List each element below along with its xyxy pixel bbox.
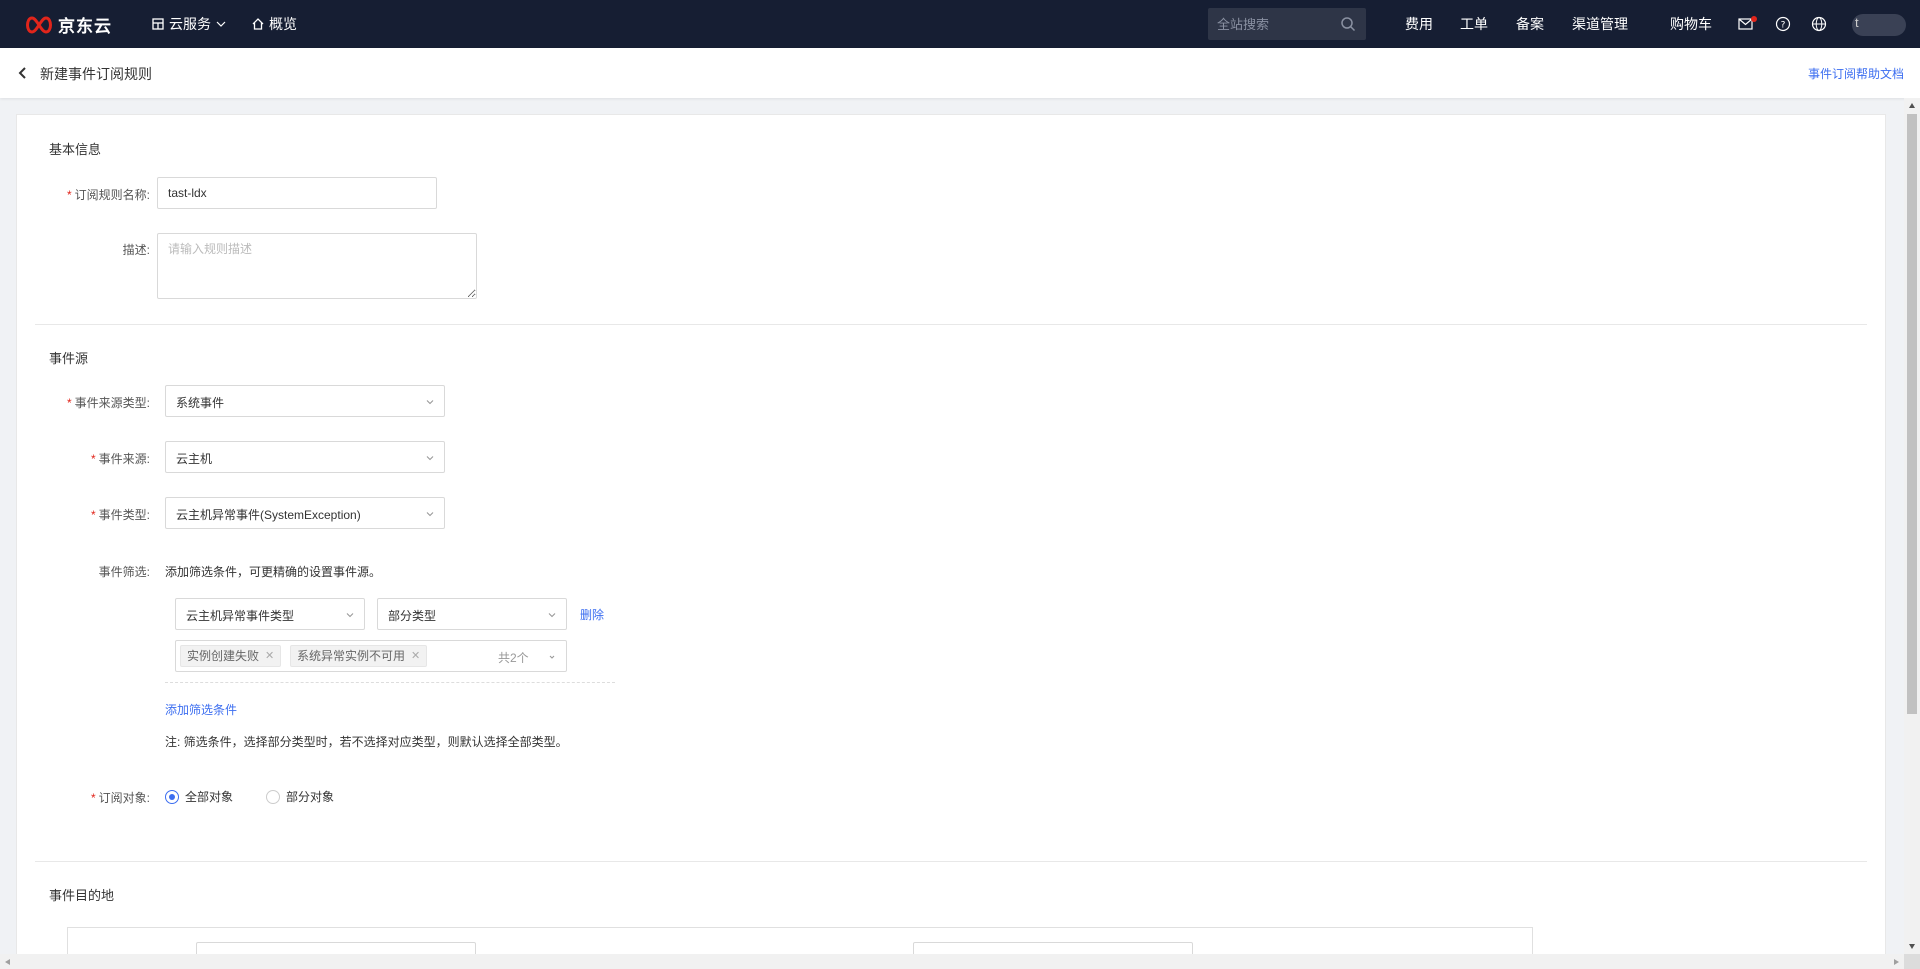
global-search[interactable]: [1208, 8, 1366, 40]
description-textarea[interactable]: [157, 233, 477, 299]
basic-info-title: 基本信息: [49, 142, 102, 157]
svg-text:?: ?: [1781, 21, 1786, 31]
grid-icon: [152, 18, 164, 30]
radio-unchecked: [266, 789, 280, 804]
rule-name-input[interactable]: [157, 177, 437, 209]
event-type-label: * 事件类型:: [90, 508, 150, 522]
filter-types-multiselect[interactable]: 实例创建失败 ✕ 系统异常实例不可用 ✕ 共2个: [175, 640, 567, 672]
cloud-services-menu[interactable]: 云服务: [152, 0, 226, 48]
event-destination-title: 事件目的地: [49, 888, 115, 903]
tag-close-icon[interactable]: ✕: [265, 646, 274, 666]
radio-checked: [165, 789, 179, 804]
global-search-input[interactable]: [1208, 8, 1338, 40]
delete-filter-button[interactable]: 删除: [580, 606, 604, 623]
event-source-label: * 事件来源:: [90, 452, 150, 466]
nav-channel-link[interactable]: 渠道管理: [1572, 0, 1628, 48]
scrollbar-corner: [1904, 954, 1920, 969]
filter-scope-select[interactable]: 部分类型: [377, 598, 567, 630]
radio-partial-objects[interactable]: 部分对象: [266, 788, 334, 805]
add-filter-button[interactable]: 添加筛选条件: [165, 701, 237, 718]
user-avatar[interactable]: [1852, 14, 1906, 36]
source-type-value: 系统事件: [176, 396, 225, 410]
tag-label: 实例创建失败: [187, 649, 260, 663]
page-header: 新建事件订阅规则 事件订阅帮助文档: [0, 48, 1920, 98]
brand-logo[interactable]: 京东云: [24, 12, 112, 37]
radio-all-label: 全部对象: [185, 790, 234, 804]
chevron-down-icon: [426, 512, 434, 517]
unread-dot: [1751, 16, 1757, 22]
selected-tag: 实例创建失败 ✕: [180, 645, 282, 667]
chevron-down-icon: [346, 613, 354, 618]
subscription-target-label: * 订阅对象:: [90, 791, 150, 805]
chevron-down-icon: [548, 613, 556, 618]
vertical-scroll-thumb[interactable]: [1907, 114, 1917, 714]
description-label: 描述:: [122, 243, 150, 257]
event-filter-label: 事件筛选:: [98, 565, 150, 579]
chevron-down-icon: [426, 400, 434, 405]
scroll-left-icon[interactable]: [4, 958, 12, 966]
cloud-services-label: 云服务: [169, 16, 211, 32]
horizontal-scrollbar[interactable]: [0, 954, 1904, 969]
filter-scope-value: 部分类型: [388, 609, 437, 623]
tag-close-icon[interactable]: ✕: [411, 646, 420, 666]
event-type-value: 云主机异常事件(SystemException): [176, 508, 361, 522]
help-icon[interactable]: ?: [1774, 15, 1792, 33]
back-arrow-icon[interactable]: [16, 65, 30, 81]
event-type-select[interactable]: 云主机异常事件(SystemException): [165, 497, 445, 529]
overview-label: 概览: [269, 16, 297, 32]
filter-field-select[interactable]: 云主机异常事件类型: [175, 598, 365, 630]
section-divider: [35, 324, 1867, 325]
scroll-up-icon[interactable]: [1908, 102, 1916, 110]
help-doc-link[interactable]: 事件订阅帮助文档: [1808, 65, 1904, 82]
rule-name-label: * 订阅规则名称:: [66, 188, 150, 202]
page-title: 新建事件订阅规则: [40, 66, 152, 82]
home-icon: [252, 18, 264, 30]
brand-name: 京东云: [58, 17, 112, 36]
search-icon[interactable]: [1340, 16, 1356, 32]
filter-note: 注: 筛选条件，选择部分类型时，若不选择对应类型，则默认选择全部类型。: [165, 735, 568, 749]
tag-count: 共2个: [498, 651, 529, 665]
source-type-select[interactable]: 系统事件: [165, 385, 445, 417]
event-source-value: 云主机: [176, 452, 213, 466]
event-source-title: 事件源: [49, 351, 89, 366]
language-icon[interactable]: [1810, 15, 1828, 33]
scroll-right-icon[interactable]: [1892, 958, 1900, 966]
avatar-initial: t: [1855, 15, 1859, 30]
filter-group-separator: [165, 682, 615, 683]
nav-fees-link[interactable]: 费用: [1405, 0, 1433, 48]
nav-filing-link[interactable]: 备案: [1516, 0, 1544, 48]
event-source-select[interactable]: 云主机: [165, 441, 445, 473]
filter-field-value: 云主机异常事件类型: [186, 609, 295, 623]
source-type-label: * 事件来源类型:: [66, 396, 150, 410]
scroll-down-icon[interactable]: [1908, 942, 1916, 950]
jdcloud-logo-icon: [26, 15, 52, 34]
radio-partial-label: 部分对象: [286, 790, 335, 804]
section-divider: [35, 861, 1867, 862]
tag-label: 系统异常实例不可用: [297, 649, 406, 663]
selected-tag: 系统异常实例不可用 ✕: [290, 645, 428, 667]
top-nav-bar: 京东云 云服务 概览 费用 工单 备案 渠道管理 购物车: [0, 0, 1920, 48]
overview-link[interactable]: 概览: [252, 0, 297, 48]
nav-tickets-link[interactable]: 工单: [1460, 0, 1488, 48]
nav-cart-link[interactable]: 购物车: [1670, 0, 1712, 48]
chevron-down-icon: [426, 456, 434, 461]
form-card: 基本信息 *订阅规则名称: 描述: 事件源 *事件来源类型: 系统事件 *事件来…: [16, 114, 1886, 962]
chevron-down-icon: [216, 21, 226, 27]
chevron-down-icon: [549, 655, 555, 659]
event-filter-hint: 添加筛选条件，可更精确的设置事件源。: [165, 565, 382, 579]
vertical-scrollbar[interactable]: [1904, 98, 1920, 954]
radio-all-objects[interactable]: 全部对象: [165, 788, 233, 805]
